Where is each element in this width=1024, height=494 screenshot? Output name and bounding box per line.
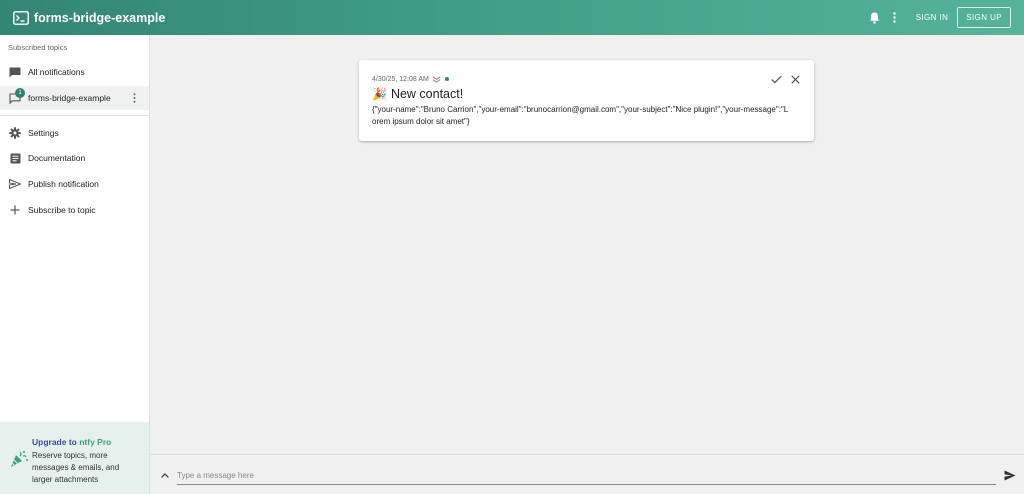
new-indicator-dot xyxy=(444,77,449,81)
more-vert-icon[interactable] xyxy=(889,11,901,25)
upgrade-brand: ntfy Pro xyxy=(79,437,112,447)
notification-card: 4/30/25, 12:08 AM 🎉 New contact! {"your-… xyxy=(359,60,814,141)
notification-title-row: 🎉 New contact! xyxy=(372,87,463,101)
sidebar-item-label: Publish notification xyxy=(28,179,99,189)
sidebar-divider xyxy=(0,115,149,116)
notification-title: New contact! xyxy=(390,87,464,101)
upgrade-heading: Upgrade to ntfy Pro xyxy=(32,437,111,447)
chat-icon xyxy=(8,65,22,79)
gear-icon xyxy=(8,126,22,140)
bell-icon[interactable] xyxy=(868,11,882,25)
plus-icon xyxy=(8,203,22,217)
message-composer xyxy=(150,454,1024,494)
celebration-icon xyxy=(9,449,29,469)
send-icon[interactable] xyxy=(1003,469,1016,482)
app-title: forms-bridge-example xyxy=(34,10,166,25)
sidebar-item-label: Subscribe to topic xyxy=(28,205,96,215)
notification-meta: 4/30/25, 12:08 AM xyxy=(372,75,449,83)
unread-badge: 1 xyxy=(15,88,25,98)
close-icon[interactable] xyxy=(789,73,801,85)
more-vert-icon[interactable] xyxy=(131,92,137,104)
sidebar-item-label: Settings xyxy=(28,128,59,138)
sidebar-item-subscribe-to-topic[interactable]: Subscribe to topic xyxy=(0,198,149,222)
message-input[interactable] xyxy=(177,466,996,485)
sidebar-item-topic[interactable]: 1 forms-bridge-example xyxy=(0,86,149,110)
chat-outline-icon: 1 xyxy=(8,88,25,105)
sidebar-item-settings[interactable]: Settings xyxy=(0,121,149,145)
sign-in-button[interactable]: SIGN IN xyxy=(910,10,955,25)
check-icon[interactable] xyxy=(770,73,782,85)
sidebar-item-label: Documentation xyxy=(28,153,86,163)
sidebar-item-publish-notification[interactable]: Publish notification xyxy=(0,172,149,196)
article-icon xyxy=(8,151,22,165)
app-bar: forms-bridge-example SIGN IN SIGN UP xyxy=(0,0,1024,35)
terminal-icon xyxy=(13,10,29,25)
notification-message: {"your-name":"Bruno Carrion","your-email… xyxy=(372,105,789,126)
priority-low-icon xyxy=(432,75,441,83)
notification-timestamp: 4/30/25, 12:08 AM xyxy=(372,75,429,83)
chevron-up-icon[interactable] xyxy=(160,470,170,480)
sidebar-subheader: Subscribed topics xyxy=(8,43,68,52)
sidebar-item-all-notifications[interactable]: All notifications xyxy=(0,60,149,84)
send-icon xyxy=(8,177,22,191)
upgrade-prefix: Upgrade to xyxy=(32,437,80,447)
upgrade-description: Reserve topics, more messages & emails, … xyxy=(32,451,120,484)
upgrade-banner[interactable]: Upgrade to ntfy Pro Reserve topics, more… xyxy=(0,422,149,494)
sidebar-item-label: forms-bridge-example xyxy=(28,93,111,103)
sidebar-item-documentation[interactable]: Documentation xyxy=(0,146,149,170)
sign-up-button[interactable]: SIGN UP xyxy=(957,7,1011,28)
sidebar: Subscribed topics All notifications 1 fo… xyxy=(0,35,150,494)
party-popper-icon: 🎉 xyxy=(372,87,387,101)
sidebar-item-label: All notifications xyxy=(28,67,85,77)
